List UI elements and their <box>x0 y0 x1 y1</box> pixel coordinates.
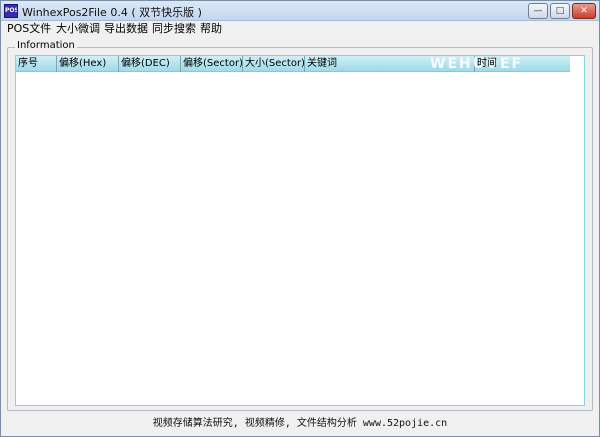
menu-export-data[interactable]: 导出数据 <box>104 22 148 36</box>
main-window: POS WinhexPos2File 0.4 ( 双节快乐版 ) — □ ✕ P… <box>0 0 600 437</box>
list-header: 序号 偏移(Hex) 偏移(DEC) 偏移(Sector) 大小(Sector)… <box>16 56 570 72</box>
column-offset-dec[interactable]: 偏移(DEC) <box>119 56 181 72</box>
status-footer: 视频存储算法研究, 视频精修, 文件结构分析 www.52pojie.cn <box>1 414 599 436</box>
information-group-label: Information <box>15 40 77 52</box>
menu-size-adjust[interactable]: 大小微调 <box>56 22 100 36</box>
column-offset-hex[interactable]: 偏移(Hex) <box>57 56 119 72</box>
menu-pos-file[interactable]: POS文件 <box>7 22 51 36</box>
column-index[interactable]: 序号 <box>16 56 57 72</box>
title-bar[interactable]: POS WinhexPos2File 0.4 ( 双节快乐版 ) — □ ✕ <box>1 1 599 21</box>
column-size-sector[interactable]: 大小(Sector) <box>243 56 305 72</box>
close-button[interactable]: ✕ <box>572 3 596 19</box>
results-list[interactable]: 序号 偏移(Hex) 偏移(DEC) 偏移(Sector) 大小(Sector)… <box>15 55 585 406</box>
menu-sync-search[interactable]: 同步搜索 <box>152 22 196 36</box>
menu-help[interactable]: 帮助 <box>200 22 222 36</box>
app-icon: POS <box>4 4 18 18</box>
minimize-button[interactable]: — <box>528 3 548 19</box>
column-offset-sector[interactable]: 偏移(Sector) <box>181 56 243 72</box>
column-time[interactable]: 时间 <box>475 56 570 72</box>
footer-text: 视频存储算法研究, 视频精修, 文件结构分析 www.52pojie.cn <box>152 418 448 429</box>
menu-bar: POS文件 大小微调 导出数据 同步搜索 帮助 <box>1 21 599 38</box>
maximize-button[interactable]: □ <box>550 3 570 19</box>
window-title: WinhexPos2File 0.4 ( 双节快乐版 ) <box>22 6 202 19</box>
